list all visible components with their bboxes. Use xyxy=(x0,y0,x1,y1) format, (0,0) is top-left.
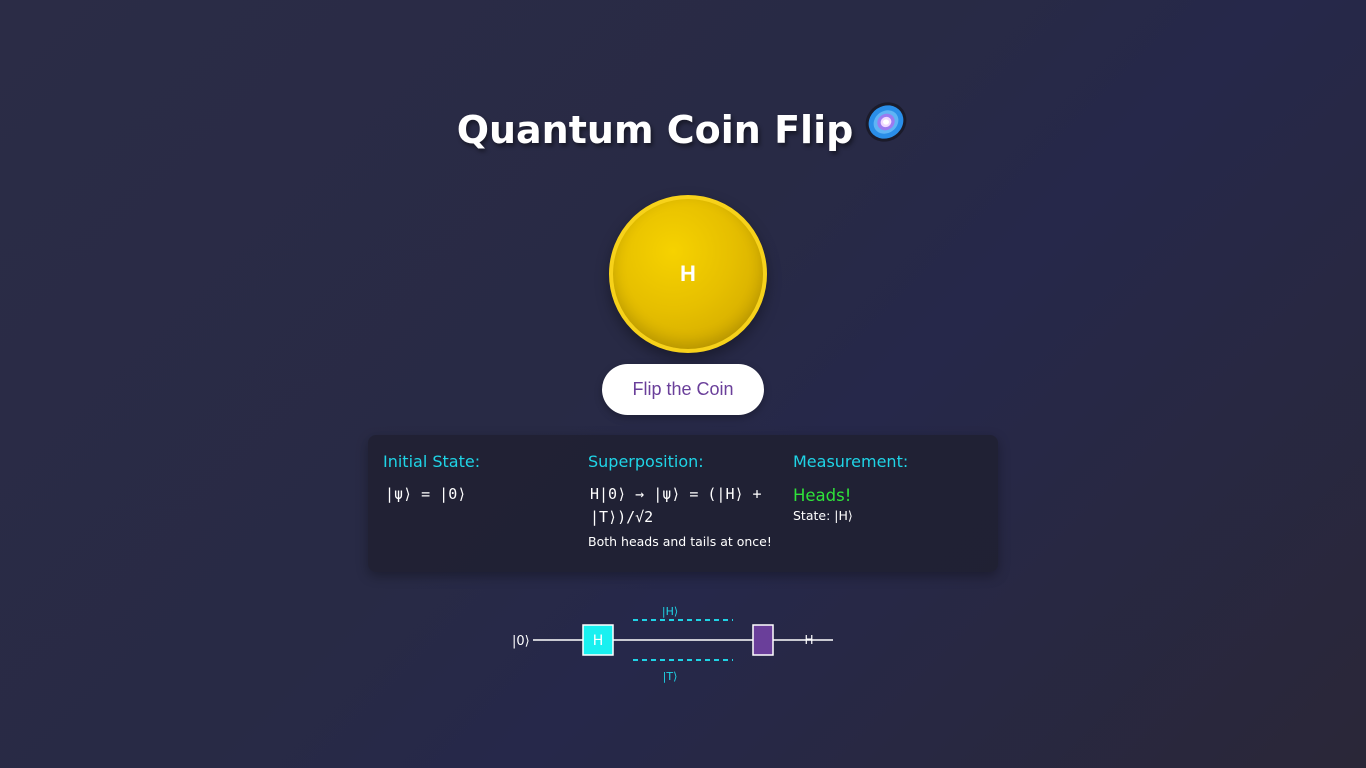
measurement-result: Heads! xyxy=(793,486,852,505)
page-title: Quantum Coin Flip xyxy=(0,102,1366,158)
initial-state-equation: |ψ⟩ = |0⟩ xyxy=(385,485,467,503)
superposition-equation-line1: H|0⟩ → |ψ⟩ = (|H⟩ + xyxy=(590,485,762,503)
circuit-input-label: |0⟩ xyxy=(512,634,530,649)
upper-branch-label: |H⟩ xyxy=(662,605,678,618)
coin-face-label: H xyxy=(680,261,696,286)
superposition-note: Both heads and tails at once! xyxy=(588,534,772,549)
superposition-heading: Superposition: xyxy=(588,452,704,471)
measurement-gate xyxy=(752,624,774,656)
state-info-panel: Initial State: |ψ⟩ = |0⟩ Superposition: … xyxy=(368,435,998,572)
superposition-column: Superposition: H|0⟩ → |ψ⟩ = (|H⟩ + |T⟩)/… xyxy=(588,452,793,572)
measurement-column: Measurement: Heads! State: |H⟩ xyxy=(793,452,998,572)
measurement-heading: Measurement: xyxy=(793,452,909,471)
lower-branch-label: |T⟩ xyxy=(663,670,678,683)
title-text: Quantum Coin Flip xyxy=(456,108,854,152)
galaxy-emoji-icon xyxy=(863,99,909,158)
quantum-circuit-diagram: |0⟩ H |H⟩ |T⟩ H xyxy=(500,595,840,694)
initial-state-column: Initial State: |ψ⟩ = |0⟩ xyxy=(383,452,588,572)
measurement-state: State: |H⟩ xyxy=(793,508,853,523)
hadamard-gate-label: H xyxy=(593,633,604,649)
circuit-output-label: H xyxy=(804,633,813,647)
superposition-equation-line2: |T⟩)/√2 xyxy=(590,508,654,526)
quantum-coin[interactable]: H xyxy=(609,195,767,353)
flip-coin-button[interactable]: Flip the Coin xyxy=(602,364,764,415)
initial-state-heading: Initial State: xyxy=(383,452,481,471)
